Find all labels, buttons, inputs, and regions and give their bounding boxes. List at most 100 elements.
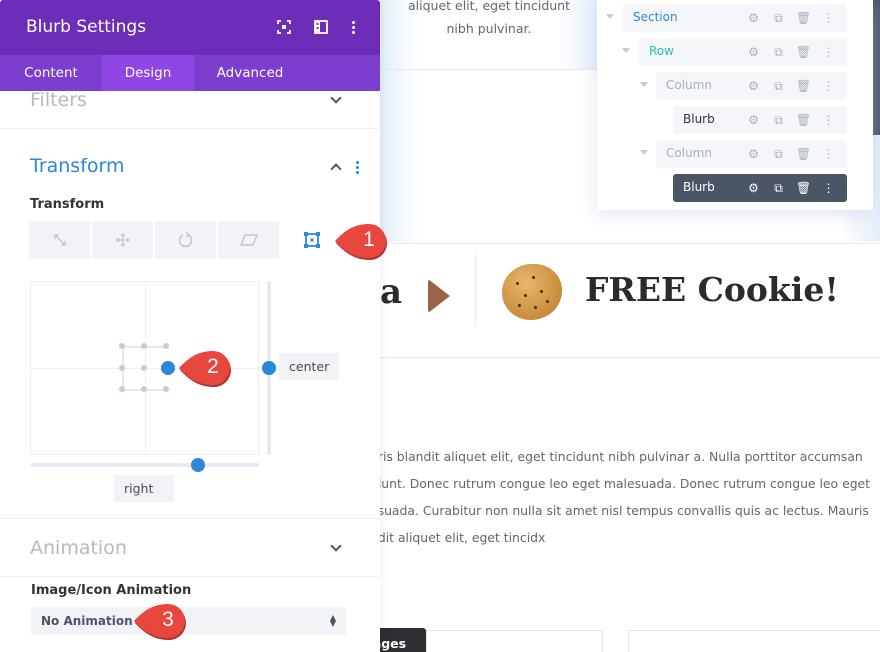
split-view-icon[interactable] (312, 18, 330, 36)
more-icon[interactable]: ⋮ (816, 144, 841, 164)
collapse-caret-icon[interactable] (606, 14, 614, 19)
animation-select-value: No Animation (41, 614, 133, 628)
duplicate-icon[interactable]: ⧉ (766, 76, 791, 96)
gear-icon[interactable]: ⚙ (741, 144, 766, 164)
more-icon[interactable]: ⋮ (816, 110, 841, 130)
section-divider (0, 576, 380, 577)
layer-column[interactable]: Column ⚙ ⧉ 🗑︎ ⋮ (656, 72, 847, 100)
filters-section-title[interactable]: Filters (30, 89, 87, 111)
layer-row[interactable]: Row ⚙ ⧉ 🗑︎ ⋮ (639, 38, 847, 66)
origin-point[interactable] (119, 365, 125, 371)
vertical-slider-handle[interactable] (262, 361, 276, 375)
duplicate-icon[interactable]: ⧉ (766, 42, 791, 62)
origin-point[interactable] (163, 343, 169, 349)
layer-blurb-active[interactable]: Blurb ⚙ ⧉ 🗑︎ ⋮ (673, 174, 847, 202)
duplicate-icon[interactable]: ⧉ (766, 178, 791, 198)
fullscreen-icon[interactable] (275, 18, 293, 36)
scale-button[interactable] (29, 221, 90, 259)
collapse-caret-icon[interactable] (622, 48, 630, 53)
body-line: ndit aliquet elit, eget tincidx (370, 530, 546, 545)
more-icon[interactable]: ⋮ (816, 8, 841, 28)
section-divider (0, 518, 380, 519)
play-arrow-icon (428, 279, 450, 313)
annotation-marker-2: 2 (177, 349, 233, 387)
chevron-up-icon[interactable] (330, 163, 342, 175)
origin-point[interactable] (141, 365, 147, 371)
page-text-line: nibh pulvinar. (446, 21, 532, 36)
trash-icon[interactable]: 🗑︎ (791, 8, 816, 28)
more-icon[interactable]: ⋮ (816, 42, 841, 62)
animation-section-title[interactable]: Animation (30, 537, 127, 559)
more-icon[interactable] (356, 161, 359, 174)
vertical-origin-value[interactable]: center (279, 353, 339, 380)
translate-button[interactable] (92, 221, 153, 259)
more-icon[interactable]: ⋮ (816, 178, 841, 198)
layer-section[interactable]: Section ⚙ ⧉ 🗑︎ ⋮ (623, 4, 847, 32)
trash-icon[interactable]: 🗑︎ (791, 76, 816, 96)
trash-icon[interactable]: 🗑︎ (791, 110, 816, 130)
scale-icon (53, 234, 66, 246)
layer-label: Column (666, 146, 712, 160)
origin-point[interactable] (119, 386, 125, 392)
transform-section-title[interactable]: Transform (30, 155, 125, 177)
chevron-down-icon[interactable] (330, 92, 342, 104)
layer-label: Row (649, 44, 674, 58)
page-divider (380, 357, 880, 358)
origin-point[interactable] (141, 343, 147, 349)
section-divider (0, 128, 380, 129)
more-icon[interactable]: ⋮ (816, 76, 841, 96)
skew-button[interactable] (218, 221, 279, 259)
trash-icon[interactable]: 🗑︎ (791, 42, 816, 62)
rotate-button[interactable] (155, 221, 216, 259)
marker-number: 2 (207, 355, 219, 378)
panel-tabs: Content Design Advanced (0, 55, 380, 91)
gear-icon[interactable]: ⚙ (741, 178, 766, 198)
panel-header: Blurb Settings (0, 0, 380, 55)
layer-tools: ⚙ ⧉ 🗑︎ ⋮ (741, 144, 841, 164)
tab-design[interactable]: Design (102, 55, 194, 91)
duplicate-icon[interactable]: ⧉ (766, 8, 791, 28)
transform-type-buttons (29, 221, 342, 259)
cookie-image (502, 264, 562, 320)
horizontal-origin-value[interactable]: right (114, 475, 174, 502)
collapse-caret-icon[interactable] (640, 150, 648, 155)
gear-icon[interactable]: ⚙ (741, 76, 766, 96)
origin-point[interactable] (141, 386, 147, 392)
origin-selected-point[interactable] (161, 361, 175, 375)
section-outline-bar (873, 0, 880, 135)
duplicate-icon[interactable]: ⧉ (766, 144, 791, 164)
promo-letter: a (380, 272, 403, 312)
layer-tools: ⚙ ⧉ 🗑︎ ⋮ (741, 110, 841, 130)
annotation-marker-3: 3 (132, 602, 188, 640)
origin-point[interactable] (119, 343, 125, 349)
page-text-top: aliquet elit, eget tincidunt nibh pulvin… (380, 0, 598, 70)
animation-select[interactable]: No Animation ▲ ▼ (31, 607, 346, 635)
skew-icon (239, 234, 258, 246)
trash-icon[interactable]: 🗑︎ (791, 144, 816, 164)
layers-panel: Section ⚙ ⧉ 🗑︎ ⋮ Row ⚙ ⧉ 🗑︎ ⋮ Column ⚙ ⧉… (597, 0, 873, 210)
translate-icon (115, 233, 130, 247)
gear-icon[interactable]: ⚙ (741, 110, 766, 130)
body-line: idunt. Donec rutrum congue leo eget male… (370, 476, 871, 491)
body-line: esuada. Curabitur non nulla sit amet nis… (370, 503, 869, 518)
marker-number: 3 (162, 608, 174, 631)
chevron-down-icon[interactable] (330, 540, 342, 552)
layer-blurb[interactable]: Blurb ⚙ ⧉ 🗑︎ ⋮ (673, 106, 847, 134)
gear-icon[interactable]: ⚙ (741, 42, 766, 62)
layer-label: Column (666, 78, 712, 92)
more-icon[interactable] (344, 18, 362, 36)
origin-icon (303, 232, 320, 248)
collapse-caret-icon[interactable] (640, 82, 648, 87)
origin-point[interactable] (163, 386, 169, 392)
tab-advanced[interactable]: Advanced (194, 55, 306, 91)
horizontal-origin-slider[interactable] (30, 463, 259, 467)
body-line: uris blandit aliquet elit, eget tincidun… (370, 449, 863, 464)
select-arrows-icon: ▲ ▼ (329, 613, 336, 628)
duplicate-icon[interactable]: ⧉ (766, 110, 791, 130)
marker-number: 1 (363, 228, 375, 251)
tab-content[interactable]: Content (0, 55, 102, 91)
layer-column[interactable]: Column ⚙ ⧉ 🗑︎ ⋮ (656, 140, 847, 168)
trash-icon[interactable]: 🗑︎ (791, 178, 816, 198)
gear-icon[interactable]: ⚙ (741, 8, 766, 28)
horizontal-slider-handle[interactable] (191, 458, 205, 472)
